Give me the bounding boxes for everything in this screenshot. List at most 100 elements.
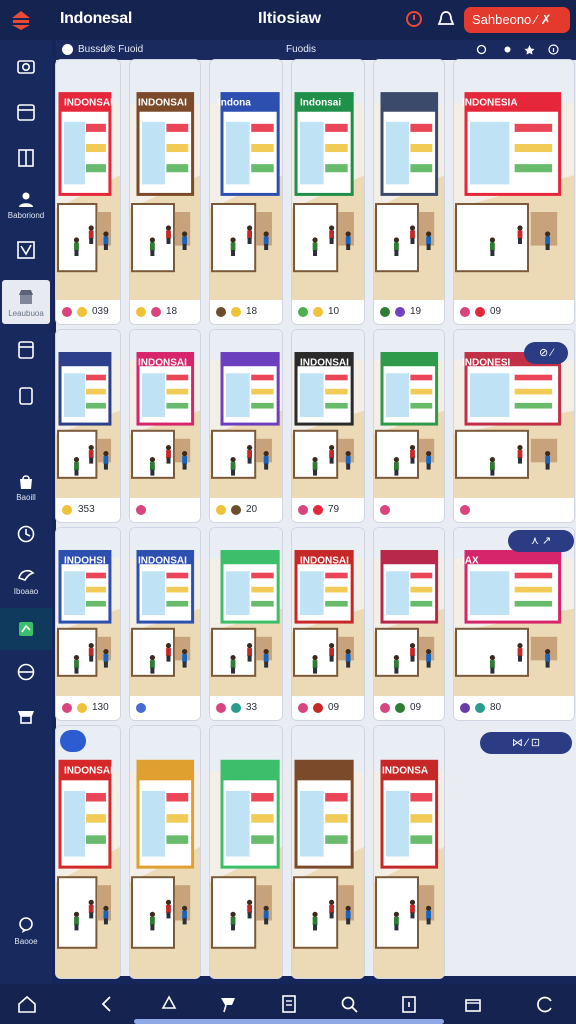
store-sign: INDONESI	[462, 358, 511, 369]
store-sign: INDONSAI	[138, 556, 187, 567]
badge-dot-icon	[62, 307, 72, 317]
store-card[interactable]: 353	[56, 330, 120, 522]
sidebar-item-globe[interactable]	[0, 652, 52, 692]
sidebar-item-chat[interactable]: Baooe	[0, 910, 52, 950]
store-sign: Indona	[218, 98, 251, 109]
store-card[interactable]: INDONSAI	[56, 726, 120, 978]
badge-dot-icon	[475, 703, 485, 713]
search-icon[interactable]	[338, 993, 360, 1015]
clipboard-icon[interactable]	[398, 993, 420, 1015]
store-card[interactable]: INDONSAI	[130, 528, 200, 720]
menu-icon[interactable]	[10, 9, 32, 31]
store-card[interactable]: Indona 18	[210, 60, 282, 324]
promo-button[interactable]: Sahbeono ⁄ ✗	[464, 7, 570, 33]
sidebar-item-camera[interactable]	[0, 46, 52, 86]
card-count: 79	[328, 504, 340, 515]
sidebar-item-store[interactable]: Leaubuoa	[2, 280, 50, 324]
sidebar-item-user[interactable]: Baboriond	[0, 184, 52, 224]
store-illustration	[210, 330, 282, 498]
badge-dot-icon	[298, 505, 308, 515]
sidebar-item-calendar[interactable]	[0, 92, 52, 132]
calendar-icon	[17, 104, 35, 121]
quick-action-pill[interactable]: ⋈ ⁄ ⊡	[480, 732, 572, 754]
settings-icon[interactable]	[502, 44, 513, 55]
card-count: 10	[328, 306, 340, 317]
store-illustration	[292, 726, 364, 978]
store-card[interactable]: INDONSA	[374, 726, 444, 978]
badge-dot-icon	[380, 307, 390, 317]
card-footer	[454, 498, 574, 522]
cart-icon[interactable]	[218, 993, 240, 1015]
store-illustration: INDOHSI	[56, 528, 120, 696]
share-icon[interactable]	[476, 44, 487, 55]
chat-icon	[19, 917, 33, 933]
store-illustration	[374, 60, 444, 300]
card-count: 20	[246, 504, 258, 515]
store-illustration: INDONESIA	[454, 60, 574, 300]
badge-dot-icon	[460, 703, 470, 713]
store-illustration	[374, 330, 444, 498]
card-count: 09	[410, 702, 422, 713]
back-icon[interactable]	[96, 993, 118, 1015]
clock-alert-icon[interactable]	[404, 9, 424, 29]
sidebar-item-label: Baboriond	[7, 211, 45, 220]
sidebar-item-bag[interactable]: Baoill	[0, 466, 52, 506]
recycle-icon[interactable]	[158, 993, 180, 1015]
store-card[interactable]: INDONSAI	[130, 330, 200, 522]
sub-header-left-text[interactable]: Bussd⁄⁄⁄ɛ Fuoid	[78, 44, 143, 55]
store-sign: INDOHSI	[64, 556, 106, 567]
sidebar-item-bird[interactable]: Iboaao	[0, 560, 52, 600]
store-card[interactable]: INDONSAI 039	[56, 60, 120, 324]
star-icon[interactable]	[524, 44, 535, 55]
home-icon[interactable]	[16, 993, 38, 1015]
store-card[interactable]: 09	[374, 528, 444, 720]
store-card[interactable]: Indonsai 10	[292, 60, 364, 324]
badge-dot-icon	[395, 307, 405, 317]
quick-action-pill[interactable]: ⋏ ↗	[508, 530, 574, 552]
bell-icon[interactable]	[436, 9, 456, 29]
sidebar-item-card[interactable]	[0, 376, 52, 416]
badge-dot-icon	[231, 307, 241, 317]
store-card[interactable]: 20	[210, 330, 282, 522]
store-card[interactable]	[292, 726, 364, 978]
store-card[interactable]: INDOHSI 130	[56, 528, 120, 720]
sidebar-item-book[interactable]	[0, 138, 52, 178]
card-footer: 130	[56, 696, 120, 720]
bookmark-badge-icon[interactable]	[60, 730, 86, 752]
sidebar-item-map[interactable]	[0, 608, 52, 650]
sidebar-item-tablet[interactable]	[0, 330, 52, 370]
sidebar: Baboriond Leaubuoa Baoill Iboaao Baooe	[0, 40, 52, 984]
document-icon[interactable]	[278, 993, 300, 1015]
badge-dot-icon	[313, 307, 323, 317]
store-card[interactable]: INDONSAI 18	[130, 60, 200, 324]
quick-action-pill[interactable]: ⊘ ⁄	[524, 342, 568, 364]
clock-icon	[17, 525, 35, 543]
store-card[interactable]: INDONESIA 09	[454, 60, 574, 324]
sidebar-item-chart[interactable]	[0, 230, 52, 270]
store-card[interactable]: INDONSAI 79	[292, 330, 364, 522]
card-count: 130	[92, 702, 109, 713]
badge-dot-icon	[151, 307, 161, 317]
badge-dot-icon	[136, 703, 146, 713]
map-icon	[19, 622, 33, 636]
store-card[interactable]: IAX 80	[454, 528, 574, 720]
globe-icon	[17, 663, 35, 681]
app-brand[interactable]: Indonesal	[60, 10, 132, 28]
camera-icon	[17, 60, 35, 74]
store-illustration: INDONSAI	[56, 726, 120, 978]
sub-header-right-text[interactable]: Fuodis	[286, 44, 316, 55]
store-illustration: INDONSAI	[130, 528, 200, 696]
store-illustration: INDONSAI	[292, 330, 364, 498]
package-icon[interactable]	[462, 993, 484, 1015]
store-card[interactable]: 33	[210, 528, 282, 720]
sidebar-item-clock[interactable]	[0, 514, 52, 554]
store-card[interactable]: 19	[374, 60, 444, 324]
store-card[interactable]	[374, 330, 444, 522]
store-card[interactable]	[210, 726, 282, 978]
sidebar-item-shop[interactable]	[0, 696, 52, 736]
store-card[interactable]: INDONSAI 09	[292, 528, 364, 720]
store-card[interactable]	[130, 726, 200, 978]
refresh-icon[interactable]	[534, 993, 556, 1015]
card-footer	[374, 498, 444, 522]
info-icon[interactable]	[548, 44, 559, 55]
